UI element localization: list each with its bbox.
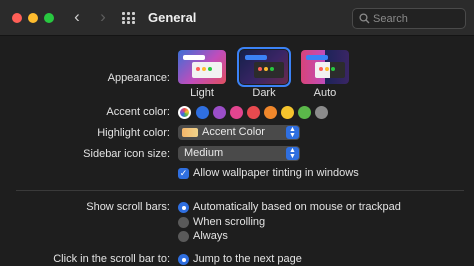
accent-swatch-blue[interactable] [196,106,209,119]
highlight-color-popup[interactable]: Accent Color ▲ ▼ [178,125,300,140]
wallpaper-tinting-label: Allow wallpaper tinting in windows [193,167,359,179]
click-scroll-jump-next-page-label: Jump to the next page [193,253,302,265]
sidebar-icon-size-label: Sidebar icon size: [83,148,170,160]
accent-swatch-orange[interactable] [264,106,277,119]
appearance-auto-caption: Auto [313,87,337,99]
accent-swatch-pink[interactable] [230,106,243,119]
search-input[interactable] [373,11,461,26]
appearance-dark-caption: Dark [252,87,276,99]
highlight-color-swatch [182,128,198,137]
appearance-label: Appearance: [107,72,170,84]
search-icon [359,13,370,24]
search-field[interactable] [352,8,466,29]
popup-chevron-icon: ▲ ▼ [286,126,299,139]
scroll-bars-always-radio[interactable] [178,231,189,242]
appearance-auto-thumbnail[interactable] [301,50,349,84]
appearance-light-caption: Light [190,87,214,99]
click-scroll-bar-label: Click in the scroll bar to: [53,253,170,265]
accent-swatch-graphite[interactable] [315,106,328,119]
appearance-dark-thumbnail[interactable] [237,47,291,87]
show-scroll-bars-label: Show scroll bars: [86,201,170,213]
sidebar-icon-size-popup[interactable]: Medium ▲ ▼ [178,146,300,161]
section-divider [16,190,464,191]
scroll-bars-always-label: Always [193,230,228,242]
toolbar: ‹ › General [0,0,474,36]
window-title: General [148,10,197,25]
wallpaper-tinting-checkbox[interactable]: ✓ [178,168,189,179]
show-all-grid-icon[interactable] [122,12,136,24]
accent-swatch-multicolor[interactable] [178,106,191,119]
appearance-light-thumbnail[interactable] [178,50,226,84]
forward-chevron-icon[interactable]: › [94,8,112,28]
highlight-color-label: Highlight color: [97,127,170,139]
accent-swatch-purple[interactable] [213,106,226,119]
sidebar-icon-size-value: Medium [184,147,224,159]
zoom-window-button[interactable] [44,13,54,23]
accent-swatch-green[interactable] [298,106,311,119]
scroll-bars-automatic-radio[interactable] [178,202,189,213]
scroll-bars-automatic-label: Automatically based on mouse or trackpad [193,201,401,213]
close-window-button[interactable] [12,13,22,23]
accent-swatch-yellow[interactable] [281,106,294,119]
scroll-bars-when-scrolling-label: When scrolling [193,216,266,228]
popup-chevron-icon: ▲ ▼ [286,147,299,160]
scroll-bars-when-scrolling-radio[interactable] [178,217,189,228]
accent-color-label: Accent color: [106,106,170,118]
click-scroll-jump-next-page-radio[interactable] [178,254,189,265]
accent-swatch-red[interactable] [247,106,260,119]
minimize-window-button[interactable] [28,13,38,23]
back-chevron-icon[interactable]: ‹ [68,8,86,28]
highlight-color-value: Accent Color [202,126,265,138]
